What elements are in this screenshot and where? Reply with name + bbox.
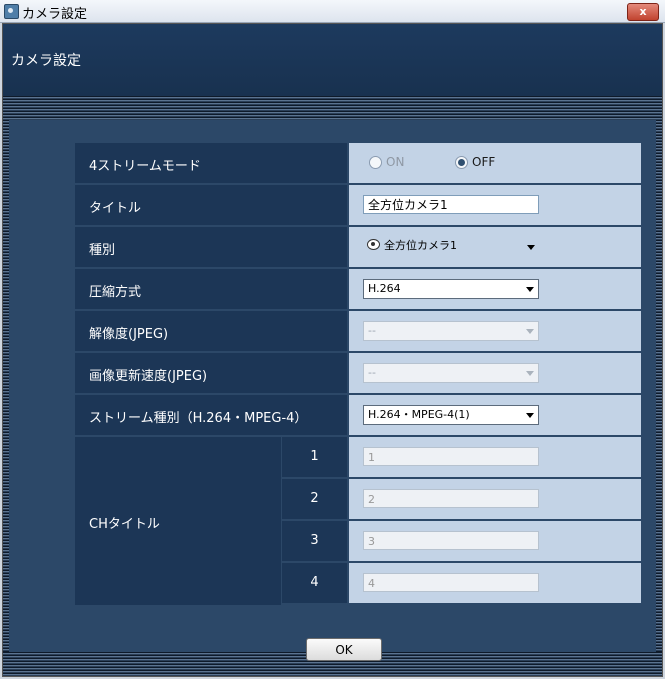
camera-icon	[367, 239, 380, 250]
resolution-label: 解像度(JPEG)	[89, 327, 169, 342]
stream-mode-on-label[interactable]: ON	[386, 155, 404, 169]
window-title: カメラ設定	[22, 7, 88, 22]
window-titlebar: カメラ設定 x	[0, 0, 665, 23]
divider	[3, 96, 662, 120]
settings-panel: 4ストリームモード ON OFF タイトル 全方位カメラ1 種別 全方位カメラ1…	[9, 120, 656, 661]
refresh-rate-row: 画像更新速度(JPEG) --	[75, 353, 641, 393]
chevron-down-icon	[526, 287, 534, 292]
type-value-cell: 全方位カメラ1	[349, 227, 641, 267]
compression-label-cell: 圧縮方式	[75, 269, 347, 309]
resolution-select: --	[363, 321, 539, 341]
ch-number-1: 1	[282, 437, 347, 477]
resolution-row: 解像度(JPEG) --	[75, 311, 641, 351]
stream-mode-label: 4ストリームモード	[89, 159, 201, 174]
stream-type-label: ストリーム種別（H.264・MPEG-4）	[89, 411, 308, 426]
chevron-down-icon	[526, 413, 534, 418]
refresh-rate-value-cell: --	[349, 353, 641, 393]
ch-value-cell-3: 3	[349, 521, 641, 561]
resolution-select-value: --	[368, 324, 376, 337]
resolution-label-cell: 解像度(JPEG)	[75, 311, 347, 351]
dialog-frame: カメラ設定 4ストリームモード ON OFF タイトル 全方位カメラ1 種別 全…	[2, 23, 663, 677]
stream-mode-label-cell: 4ストリームモード	[75, 143, 347, 183]
title-value-cell: 全方位カメラ1	[349, 185, 641, 225]
refresh-rate-select: --	[363, 363, 539, 383]
ok-button[interactable]: OK	[306, 638, 382, 661]
stream-type-row: ストリーム種別（H.264・MPEG-4） H.264・MPEG-4(1)	[75, 395, 641, 435]
ch-row-2: 2	[75, 479, 641, 519]
stream-type-select-value: H.264・MPEG-4(1)	[368, 408, 470, 421]
compression-value-cell: H.264	[349, 269, 641, 309]
ch-row-4: 4	[75, 563, 641, 603]
ch-value-cell-1: 1	[349, 437, 641, 477]
ch-title-input-3: 3	[363, 531, 539, 550]
ch-title-input-1: 1	[363, 447, 539, 466]
refresh-rate-label: 画像更新速度(JPEG)	[89, 369, 208, 384]
type-select-value: 全方位カメラ1	[384, 239, 457, 252]
ch-value-cell-4: 4	[349, 563, 641, 603]
type-row: 種別 全方位カメラ1	[75, 227, 641, 267]
chevron-down-icon	[527, 245, 535, 250]
resolution-value-cell: --	[349, 311, 641, 351]
type-label: 種別	[89, 243, 116, 258]
compression-select-value: H.264	[368, 282, 401, 295]
chevron-down-icon	[526, 371, 534, 376]
dialog-header: カメラ設定	[3, 24, 662, 96]
app-icon	[4, 4, 19, 19]
ch-title-input-4: 4	[363, 573, 539, 592]
stream-mode-off-radio[interactable]	[455, 156, 468, 169]
stream-mode-row: 4ストリームモード ON OFF	[75, 143, 641, 183]
title-label: タイトル	[89, 201, 142, 216]
refresh-rate-select-value: --	[368, 366, 376, 379]
type-select[interactable]: 全方位カメラ1	[363, 237, 539, 257]
ch-title-input-2: 2	[363, 489, 539, 508]
page-title: カメラ設定	[11, 53, 81, 69]
chevron-down-icon	[526, 329, 534, 334]
compression-row: 圧縮方式 H.264	[75, 269, 641, 309]
stream-mode-value-cell: ON OFF	[349, 143, 641, 183]
compression-select[interactable]: H.264	[363, 279, 539, 299]
type-label-cell: 種別	[75, 227, 347, 267]
compression-label: 圧縮方式	[89, 285, 142, 300]
stream-type-label-cell: ストリーム種別（H.264・MPEG-4）	[75, 395, 347, 435]
ch-row-3: 3	[75, 521, 641, 561]
stream-type-value-cell: H.264・MPEG-4(1)	[349, 395, 641, 435]
close-button[interactable]: x	[627, 3, 659, 21]
ch-value-cell-2: 2	[349, 479, 641, 519]
stream-mode-on-radio[interactable]	[369, 156, 382, 169]
stream-mode-off-label[interactable]: OFF	[472, 155, 495, 169]
title-row: タイトル 全方位カメラ1	[75, 185, 641, 225]
divider	[656, 120, 662, 652]
title-label-cell: タイトル	[75, 185, 347, 225]
refresh-rate-label-cell: 画像更新速度(JPEG)	[75, 353, 347, 393]
title-input[interactable]: 全方位カメラ1	[363, 195, 539, 214]
stream-type-select[interactable]: H.264・MPEG-4(1)	[363, 405, 539, 425]
